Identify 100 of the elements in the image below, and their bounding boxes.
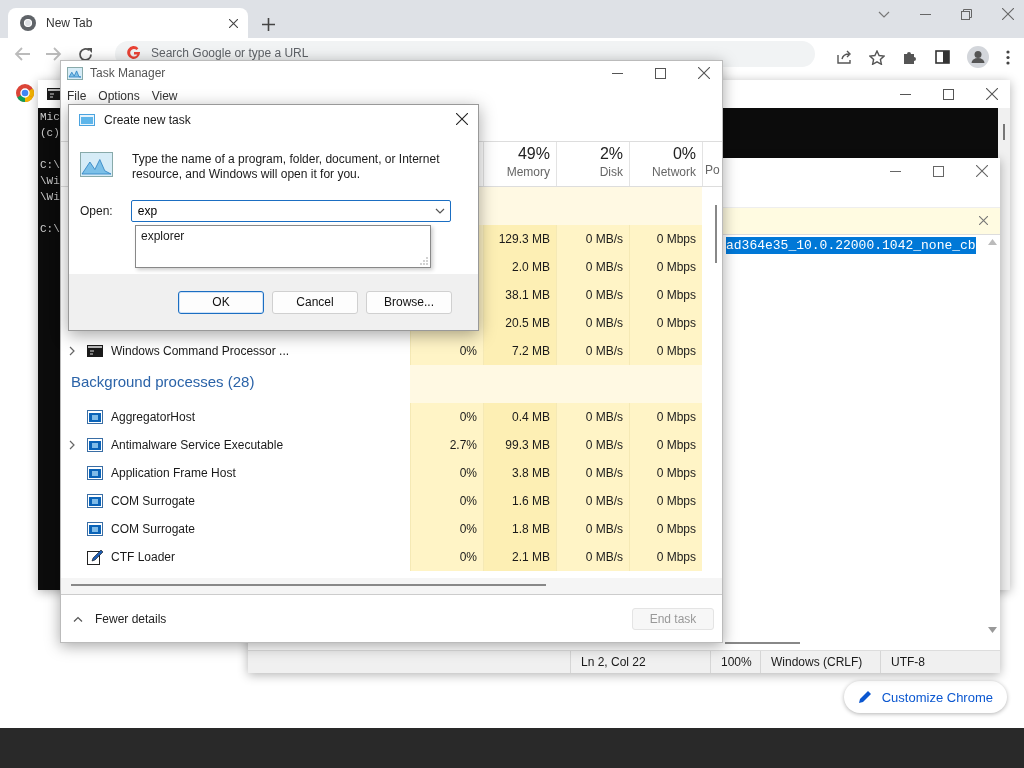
table-cell: 0 Mbps	[629, 309, 702, 337]
suggestion-item[interactable]: explorer	[136, 226, 430, 246]
plus-icon[interactable]	[262, 18, 275, 31]
maximize-icon[interactable]	[655, 67, 666, 79]
console-line: \Wi	[40, 190, 60, 205]
chevron-down-icon[interactable]	[434, 208, 445, 214]
circle-logo-icon[interactable]	[16, 84, 34, 102]
chevron-up-icon	[73, 615, 83, 622]
chart-window-icon	[67, 66, 83, 80]
table-cell: 0%	[410, 543, 483, 571]
menu-item[interactable]: View	[151, 89, 178, 103]
reload-icon[interactable]	[78, 46, 93, 62]
table-cell: 0 Mbps	[629, 543, 702, 571]
chevron-right-icon[interactable]	[69, 346, 75, 356]
table-cell: 0.4 MB	[483, 403, 556, 431]
address-placeholder: Search Google or type a URL	[151, 46, 309, 60]
column-header[interactable]: 2% Disk	[556, 142, 629, 186]
more-menu-icon[interactable]	[1006, 49, 1010, 65]
console-line: C:\	[40, 222, 60, 237]
menu-item[interactable]: Options	[98, 89, 140, 103]
profile-icon[interactable]	[967, 46, 989, 68]
table-cell: 0 MB/s	[556, 253, 629, 281]
table-cell: 0 MB/s	[556, 403, 629, 431]
table-cell: 0 MB/s	[556, 487, 629, 515]
close-icon[interactable]	[698, 67, 710, 79]
dialog-button[interactable]: Browse...	[366, 290, 452, 314]
details-toggle[interactable]: Fewer details	[73, 611, 167, 626]
column-label: Network	[652, 164, 696, 180]
star-icon[interactable]	[869, 49, 885, 65]
minimize-icon[interactable]	[920, 13, 931, 15]
scrollbar[interactable]	[715, 205, 717, 263]
chevron-right-icon[interactable]	[69, 440, 75, 450]
table-cell: 0 Mbps	[629, 487, 702, 515]
table-cell: 0 MB/s	[556, 337, 629, 365]
table-cell: 2.1 MB	[483, 543, 556, 571]
table-cell: 20.5 MB	[483, 309, 556, 337]
table-cell: 0 MB/s	[556, 309, 629, 337]
circle-logo-icon	[20, 15, 36, 31]
close-icon[interactable]	[456, 113, 468, 125]
table-cell: 0 Mbps	[629, 403, 702, 431]
process-name: Antimalware Service Executable	[111, 438, 284, 452]
puzzle-icon[interactable]	[902, 49, 918, 65]
table-cell: 99.3 MB	[483, 431, 556, 459]
maximize-icon[interactable]	[943, 88, 954, 100]
status-text: 100%	[710, 651, 760, 673]
chart-window-icon	[80, 152, 113, 177]
selected-text: ad364e35_10.0.22000.1042_none_cb	[726, 237, 976, 254]
table-cell: 0 MB/s	[556, 515, 629, 543]
close-icon[interactable]	[229, 18, 238, 28]
side-panel-icon[interactable]	[935, 50, 950, 64]
restore-icon[interactable]	[961, 8, 972, 20]
process-name: Application Frame Host	[111, 466, 236, 480]
table-cell: 129.3 MB	[483, 225, 556, 253]
column-header[interactable]: 49% Memory	[483, 142, 556, 186]
status-text: Windows (CRLF)	[760, 651, 880, 673]
table-cell: 0 MB/s	[556, 225, 629, 253]
browser-tab[interactable]: New Tab	[8, 8, 248, 38]
share-icon[interactable]	[837, 50, 852, 64]
table-cell: 0%	[410, 403, 483, 431]
table-cell: 0 Mbps	[629, 515, 702, 543]
chevron-down-icon[interactable]	[878, 10, 890, 18]
console-line: (c)	[40, 126, 60, 141]
down-arrow-icon[interactable]	[988, 627, 997, 633]
table-cell: 0 MB/s	[556, 281, 629, 309]
scrollbar[interactable]	[71, 584, 546, 586]
table-cell: 7.2 MB	[483, 337, 556, 365]
table-cell: 3.8 MB	[483, 459, 556, 487]
usage-percent: 49%	[517, 144, 550, 164]
pencil-icon	[857, 690, 872, 704]
column-header[interactable]: 0% Network	[629, 142, 702, 186]
minimize-icon[interactable]	[900, 93, 911, 95]
console-line: Mic	[40, 110, 60, 125]
column-label: Po	[705, 162, 720, 178]
process-name: Windows Command Processor ...	[111, 344, 290, 358]
dialog-button[interactable]: OK	[178, 290, 264, 314]
column-label: Memory	[506, 164, 550, 180]
maximize-icon[interactable]	[933, 165, 944, 177]
column-header[interactable]: Po	[702, 142, 722, 186]
usage-percent: 2%	[599, 144, 623, 164]
dialog-title: Create new task	[104, 112, 191, 127]
minimize-icon[interactable]	[890, 170, 901, 172]
customize-button[interactable]: Customize Chrome	[843, 681, 1007, 713]
minimize-icon[interactable]	[612, 72, 623, 74]
console-icon	[87, 345, 103, 357]
open-combo-field[interactable]: exp	[130, 200, 451, 222]
resize-grip-icon[interactable]	[420, 257, 428, 265]
close-icon[interactable]	[986, 88, 998, 100]
table-cell: 0 Mbps	[629, 281, 702, 309]
status-text: Ln 2, Col 22	[570, 651, 710, 673]
table-cell: 0 Mbps	[629, 253, 702, 281]
dialog-button[interactable]: Cancel	[272, 290, 358, 314]
table-cell: 0%	[410, 337, 483, 365]
window-icon	[87, 522, 103, 536]
column-label: Disk	[599, 164, 623, 180]
table-cell: 0 Mbps	[629, 459, 702, 487]
menu-item[interactable]: File	[67, 89, 87, 103]
table-cell: 38.1 MB	[483, 281, 556, 309]
window-icon	[87, 438, 103, 452]
scrollbar-thumb[interactable]	[725, 642, 800, 644]
field-label: Open:	[80, 204, 113, 218]
